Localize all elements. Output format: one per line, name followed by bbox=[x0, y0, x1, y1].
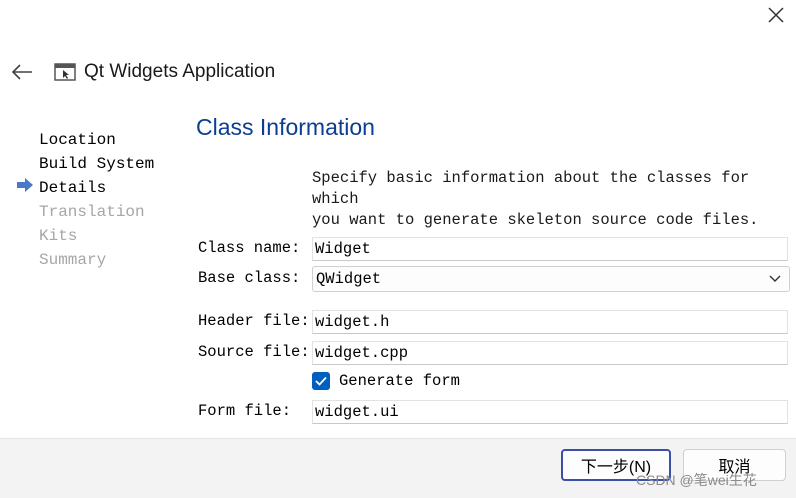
description-line-2: you want to generate skeleton source cod… bbox=[312, 211, 759, 229]
source-file-input[interactable]: widget.cpp bbox=[312, 341, 788, 365]
checkmark-icon bbox=[315, 376, 327, 386]
back-arrow-icon bbox=[11, 64, 32, 80]
step-summary: Summary bbox=[39, 251, 107, 269]
header-file-input[interactable]: widget.h bbox=[312, 310, 788, 334]
window-title: Qt Widgets Application bbox=[84, 61, 276, 82]
current-step-arrow-icon bbox=[17, 178, 33, 192]
application-window-icon bbox=[54, 63, 76, 81]
step-details: Details bbox=[39, 179, 107, 197]
base-class-value: QWidget bbox=[316, 270, 382, 288]
close-icon bbox=[768, 7, 784, 23]
form-file-label: Form file: bbox=[198, 402, 292, 420]
chevron-down-icon bbox=[769, 275, 781, 282]
wizard-header: Qt Widgets Application bbox=[0, 52, 500, 92]
base-class-label: Base class: bbox=[198, 269, 301, 287]
close-button[interactable] bbox=[756, 0, 796, 30]
step-location: Location bbox=[39, 131, 116, 149]
base-class-select[interactable]: QWidget bbox=[312, 266, 790, 292]
form-file-input[interactable]: widget.ui bbox=[312, 400, 788, 424]
page-title: Class Information bbox=[196, 114, 375, 140]
description-line-1: Specify basic information about the clas… bbox=[312, 169, 750, 208]
class-name-label: Class name: bbox=[198, 239, 301, 257]
watermark: CSDN @笔wei生花 bbox=[636, 472, 757, 488]
generate-form-label: Generate form bbox=[339, 372, 460, 390]
wizard-steps: Location Build System Details Translatio… bbox=[39, 128, 154, 272]
class-name-input[interactable]: Widget bbox=[312, 237, 788, 261]
generate-form-option[interactable]: Generate form bbox=[312, 372, 460, 390]
page-description: Specify basic information about the clas… bbox=[312, 168, 796, 231]
back-button[interactable] bbox=[0, 54, 44, 90]
header-file-label: Header file: bbox=[198, 312, 310, 330]
step-kits: Kits bbox=[39, 227, 78, 245]
source-file-label: Source file: bbox=[198, 343, 310, 361]
generate-form-checkbox[interactable] bbox=[312, 372, 330, 390]
step-build-system: Build System bbox=[39, 155, 155, 173]
step-translation: Translation bbox=[39, 203, 145, 221]
